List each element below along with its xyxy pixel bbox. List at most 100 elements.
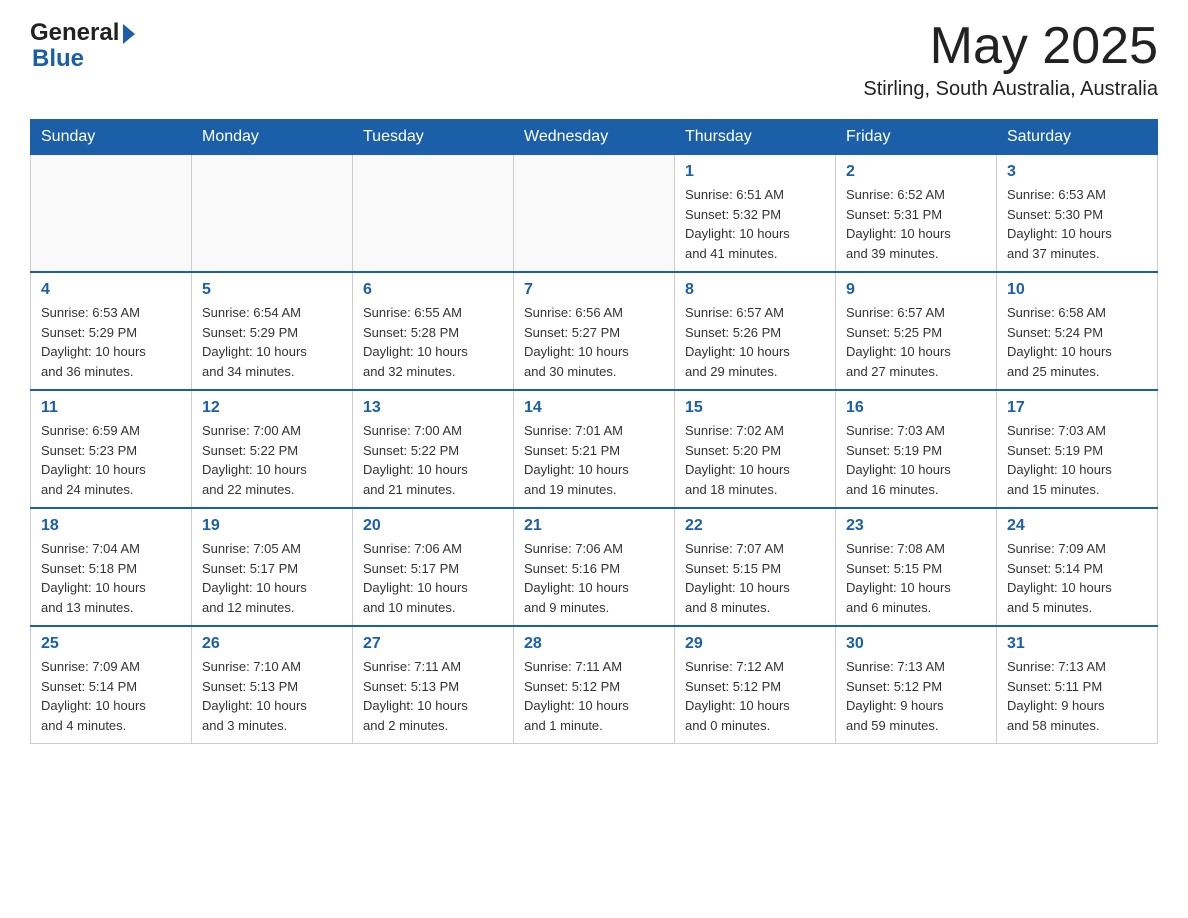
calendar-cell: 1 Sunrise: 6:51 AMSunset: 5:32 PMDaylight… [675, 155, 836, 273]
logo: General Blue [30, 20, 135, 73]
calendar-header-wednesday: Wednesday [514, 120, 675, 155]
location-text: Stirling, South Australia, Australia [863, 78, 1158, 101]
calendar-cell: 22 Sunrise: 7:07 AMSunset: 5:15 PMDayligh… [675, 508, 836, 626]
calendar-cell [31, 155, 192, 273]
calendar-cell: 30 Sunrise: 7:13 AMSunset: 5:12 PMDayligh… [836, 626, 997, 744]
day-info: Sunrise: 6:56 AMSunset: 5:27 PMDaylight:… [524, 303, 664, 381]
calendar-cell: 29 Sunrise: 7:12 AMSunset: 5:12 PMDayligh… [675, 626, 836, 744]
day-number: 27 [363, 635, 503, 653]
day-info: Sunrise: 6:59 AMSunset: 5:23 PMDaylight:… [41, 421, 181, 499]
month-year-title: May 2025 [863, 20, 1158, 72]
calendar-cell: 25Sunrise: 7:09 AMSunset: 5:14 PMDayligh… [31, 626, 192, 744]
calendar-cell: 3Sunrise: 6:53 AMSunset: 5:30 PMDaylight… [997, 155, 1158, 273]
day-info: Sunrise: 7:05 AMSunset: 5:17 PMDaylight:… [202, 539, 342, 617]
calendar-week-row: 18Sunrise: 7:04 AMSunset: 5:18 PMDayligh… [31, 508, 1158, 626]
day-number: 5 [202, 281, 342, 299]
calendar-cell: 12 Sunrise: 7:00 AMSunset: 5:22 PMDayligh… [192, 390, 353, 508]
day-info: Sunrise: 7:09 AMSunset: 5:14 PMDaylight:… [1007, 539, 1147, 617]
day-info: Sunrise: 7:08 AMSunset: 5:15 PMDaylight:… [846, 539, 986, 617]
day-info: Sunrise: 6:53 AMSunset: 5:30 PMDaylight:… [1007, 185, 1147, 263]
day-number: 13 [363, 399, 503, 417]
calendar-header-sunday: Sunday [31, 120, 192, 155]
page-header: General Blue May 2025 Stirling, South Au… [30, 20, 1158, 101]
day-number: 24 [1007, 517, 1147, 535]
day-info: Sunrise: 7:13 AMSunset: 5:11 PMDaylight:… [1007, 657, 1147, 735]
calendar-week-row: 25Sunrise: 7:09 AMSunset: 5:14 PMDayligh… [31, 626, 1158, 744]
day-info: Sunrise: 7:00 AMSunset: 5:22 PMDaylight:… [202, 421, 342, 499]
calendar-cell: 21 Sunrise: 7:06 AMSunset: 5:16 PMDayligh… [514, 508, 675, 626]
day-number: 9 [846, 281, 986, 299]
calendar-header-saturday: Saturday [997, 120, 1158, 155]
calendar-cell: 28 Sunrise: 7:11 AMSunset: 5:12 PMDayligh… [514, 626, 675, 744]
day-number: 26 [202, 635, 342, 653]
day-info: Sunrise: 7:07 AMSunset: 5:15 PMDaylight:… [685, 539, 825, 617]
calendar-week-row: 4Sunrise: 6:53 AMSunset: 5:29 PMDaylight… [31, 272, 1158, 390]
day-info: Sunrise: 7:13 AMSunset: 5:12 PMDaylight:… [846, 657, 986, 735]
logo-general-text: General [30, 20, 119, 46]
calendar-cell: 4Sunrise: 6:53 AMSunset: 5:29 PMDaylight… [31, 272, 192, 390]
day-info: Sunrise: 6:54 AMSunset: 5:29 PMDaylight:… [202, 303, 342, 381]
day-number: 10 [1007, 281, 1147, 299]
day-info: Sunrise: 7:04 AMSunset: 5:18 PMDaylight:… [41, 539, 181, 617]
day-number: 8 [685, 281, 825, 299]
calendar-cell: 24 Sunrise: 7:09 AMSunset: 5:14 PMDayligh… [997, 508, 1158, 626]
calendar-cell: 8 Sunrise: 6:57 AMSunset: 5:26 PMDaylight… [675, 272, 836, 390]
day-info: Sunrise: 7:03 AMSunset: 5:19 PMDaylight:… [846, 421, 986, 499]
day-info: Sunrise: 7:00 AMSunset: 5:22 PMDaylight:… [363, 421, 503, 499]
calendar-cell: 6 Sunrise: 6:55 AMSunset: 5:28 PMDaylight… [353, 272, 514, 390]
calendar-cell: 9Sunrise: 6:57 AMSunset: 5:25 PMDaylight… [836, 272, 997, 390]
calendar-cell: 15Sunrise: 7:02 AMSunset: 5:20 PMDayligh… [675, 390, 836, 508]
day-number: 20 [363, 517, 503, 535]
day-info: Sunrise: 7:03 AMSunset: 5:19 PMDaylight:… [1007, 421, 1147, 499]
day-number: 25 [41, 635, 181, 653]
calendar-cell: 10 Sunrise: 6:58 AMSunset: 5:24 PMDayligh… [997, 272, 1158, 390]
calendar-cell: 5 Sunrise: 6:54 AMSunset: 5:29 PMDaylight… [192, 272, 353, 390]
day-info: Sunrise: 7:12 AMSunset: 5:12 PMDaylight:… [685, 657, 825, 735]
day-number: 21 [524, 517, 664, 535]
day-number: 19 [202, 517, 342, 535]
calendar-cell [353, 155, 514, 273]
calendar-cell [192, 155, 353, 273]
calendar-cell: 27 Sunrise: 7:11 AMSunset: 5:13 PMDayligh… [353, 626, 514, 744]
day-info: Sunrise: 6:58 AMSunset: 5:24 PMDaylight:… [1007, 303, 1147, 381]
logo-arrow-icon [123, 24, 135, 44]
day-info: Sunrise: 6:55 AMSunset: 5:28 PMDaylight:… [363, 303, 503, 381]
day-number: 23 [846, 517, 986, 535]
day-number: 12 [202, 399, 342, 417]
day-number: 30 [846, 635, 986, 653]
calendar-header-tuesday: Tuesday [353, 120, 514, 155]
day-number: 14 [524, 399, 664, 417]
header-title-area: May 2025 Stirling, South Australia, Aust… [863, 20, 1158, 101]
day-info: Sunrise: 7:06 AMSunset: 5:16 PMDaylight:… [524, 539, 664, 617]
logo-blue-text: Blue [32, 46, 84, 72]
calendar-cell: 23 Sunrise: 7:08 AMSunset: 5:15 PMDayligh… [836, 508, 997, 626]
day-number: 1 [685, 163, 825, 181]
calendar-table: SundayMondayTuesdayWednesdayThursdayFrid… [30, 119, 1158, 744]
calendar-cell [514, 155, 675, 273]
calendar-header-row: SundayMondayTuesdayWednesdayThursdayFrid… [31, 120, 1158, 155]
calendar-header-thursday: Thursday [675, 120, 836, 155]
day-info: Sunrise: 6:53 AMSunset: 5:29 PMDaylight:… [41, 303, 181, 381]
calendar-cell: 26Sunrise: 7:10 AMSunset: 5:13 PMDayligh… [192, 626, 353, 744]
calendar-header-monday: Monday [192, 120, 353, 155]
day-number: 17 [1007, 399, 1147, 417]
calendar-cell: 7Sunrise: 6:56 AMSunset: 5:27 PMDaylight… [514, 272, 675, 390]
calendar-cell: 31Sunrise: 7:13 AMSunset: 5:11 PMDayligh… [997, 626, 1158, 744]
day-info: Sunrise: 7:11 AMSunset: 5:12 PMDaylight:… [524, 657, 664, 735]
day-number: 28 [524, 635, 664, 653]
calendar-cell: 19 Sunrise: 7:05 AMSunset: 5:17 PMDayligh… [192, 508, 353, 626]
calendar-cell: 20 Sunrise: 7:06 AMSunset: 5:17 PMDayligh… [353, 508, 514, 626]
day-number: 22 [685, 517, 825, 535]
day-number: 2 [846, 163, 986, 181]
day-info: Sunrise: 6:51 AMSunset: 5:32 PMDaylight:… [685, 185, 825, 263]
day-info: Sunrise: 7:06 AMSunset: 5:17 PMDaylight:… [363, 539, 503, 617]
calendar-cell: 11Sunrise: 6:59 AMSunset: 5:23 PMDayligh… [31, 390, 192, 508]
day-info: Sunrise: 6:52 AMSunset: 5:31 PMDaylight:… [846, 185, 986, 263]
calendar-cell: 13 Sunrise: 7:00 AMSunset: 5:22 PMDayligh… [353, 390, 514, 508]
day-info: Sunrise: 6:57 AMSunset: 5:26 PMDaylight:… [685, 303, 825, 381]
calendar-cell: 2 Sunrise: 6:52 AMSunset: 5:31 PMDaylight… [836, 155, 997, 273]
day-info: Sunrise: 7:11 AMSunset: 5:13 PMDaylight:… [363, 657, 503, 735]
day-number: 29 [685, 635, 825, 653]
day-number: 6 [363, 281, 503, 299]
calendar-header-friday: Friday [836, 120, 997, 155]
